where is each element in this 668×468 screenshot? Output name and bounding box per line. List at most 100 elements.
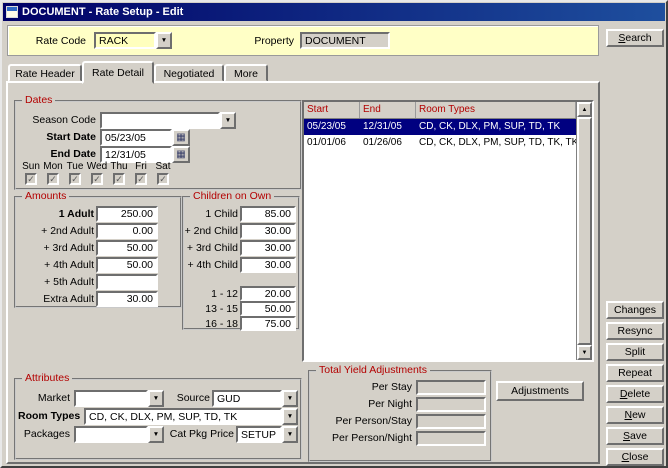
- packages-input[interactable]: [74, 426, 148, 443]
- age-16-18-input[interactable]: [240, 316, 296, 331]
- season-code-input[interactable]: [100, 112, 220, 129]
- per-stay-field: [416, 380, 486, 395]
- search-button[interactable]: Search: [606, 29, 664, 47]
- extra-adult-input[interactable]: [96, 291, 158, 307]
- cell-end: 01/26/06: [360, 135, 416, 151]
- rate-code-dropdown-button[interactable]: ▼: [156, 32, 172, 49]
- changes-button[interactable]: Changes: [606, 301, 664, 319]
- property-label: Property: [208, 35, 294, 47]
- resync-button[interactable]: Resync: [606, 322, 664, 340]
- child-3-input[interactable]: [240, 240, 296, 256]
- day-checkbox-thu[interactable]: ✓: [113, 173, 125, 185]
- chevron-down-icon: ▼: [153, 431, 159, 438]
- day-label-fri: Fri: [130, 161, 152, 172]
- delete-button[interactable]: Delete: [606, 385, 664, 403]
- chevron-down-icon: ▼: [161, 37, 167, 44]
- adult-4-label: + 4th Adult: [18, 259, 94, 271]
- day-checkbox-tue[interactable]: ✓: [69, 173, 81, 185]
- day-checkbox-sat[interactable]: ✓: [157, 173, 169, 185]
- source-label: Source: [172, 392, 210, 404]
- per-night-field: [416, 397, 486, 412]
- close-button[interactable]: Close: [606, 448, 664, 466]
- column-header-room-types[interactable]: Room Types: [416, 102, 576, 118]
- dates-group-title: Dates: [22, 94, 55, 106]
- scroll-up-icon: ▲: [582, 107, 588, 113]
- end-date-calendar-button[interactable]: ▦: [172, 146, 190, 163]
- scrollbar-thumb[interactable]: [577, 117, 592, 345]
- adult-2-input[interactable]: [96, 223, 158, 239]
- rate-setup-window: DOCUMENT - Rate Setup - Edit Rate Code ▼…: [0, 0, 668, 468]
- room-types-dropdown-button[interactable]: ▼: [282, 408, 298, 425]
- scroll-down-button[interactable]: ▼: [577, 345, 592, 360]
- attributes-group: Attributes Market ▼ Source ▼ Room Types …: [14, 378, 302, 460]
- day-checkbox-fri[interactable]: ✓: [135, 173, 147, 185]
- adult-5-input[interactable]: [96, 274, 158, 290]
- children-group-title: Children on Own: [190, 190, 274, 202]
- vertical-scrollbar[interactable]: ▲ ▼: [576, 102, 592, 360]
- end-date-label: End Date: [18, 148, 96, 160]
- column-header-start[interactable]: Start: [304, 102, 360, 118]
- room-types-input[interactable]: [84, 408, 282, 425]
- day-checkbox-mon[interactable]: ✓: [47, 173, 59, 185]
- packages-label: Packages: [18, 428, 70, 440]
- start-date-input[interactable]: [100, 129, 172, 146]
- attributes-group-title: Attributes: [22, 372, 72, 384]
- tab-rate-detail[interactable]: Rate Detail: [82, 61, 154, 84]
- cat-pkg-price-input[interactable]: [236, 426, 282, 443]
- scroll-down-icon: ▼: [582, 350, 588, 356]
- table-row[interactable]: 01/01/06 01/26/06 CD, CK, DLX, PM, SUP, …: [304, 135, 576, 151]
- chevron-down-icon: ▼: [287, 431, 293, 438]
- child-2-input[interactable]: [240, 223, 296, 239]
- rate-code-input[interactable]: [94, 32, 156, 49]
- cat-pkg-price-dropdown-button[interactable]: ▼: [282, 426, 298, 443]
- day-checkbox-sun[interactable]: ✓: [25, 173, 37, 185]
- season-code-dropdown-button[interactable]: ▼: [220, 112, 236, 129]
- per-person-stay-field: [416, 414, 486, 429]
- start-date-calendar-button[interactable]: ▦: [172, 129, 190, 146]
- adult-4-input[interactable]: [96, 257, 158, 273]
- header-panel: Rate Code ▼ Property: [7, 25, 599, 56]
- tab-more[interactable]: More: [224, 64, 268, 82]
- adult-3-input[interactable]: [96, 240, 158, 256]
- child-4-input[interactable]: [240, 257, 296, 273]
- child-2-label: + 2nd Child: [184, 225, 238, 237]
- repeat-button[interactable]: Repeat: [606, 364, 664, 382]
- chevron-down-icon: ▼: [287, 413, 293, 420]
- age-1-12-input[interactable]: [240, 286, 296, 301]
- child-1-input[interactable]: [240, 206, 296, 222]
- adult-1-label: 1 Adult: [18, 208, 94, 220]
- scroll-up-button[interactable]: ▲: [577, 102, 592, 117]
- market-dropdown-button[interactable]: ▼: [148, 390, 164, 407]
- table-row[interactable]: 05/23/05 12/31/05 CD, CK, DLX, PM, SUP, …: [304, 119, 576, 135]
- per-stay-label: Per Stay: [312, 381, 412, 393]
- source-input[interactable]: [212, 390, 282, 407]
- adult-2-label: + 2nd Adult: [18, 225, 94, 237]
- source-dropdown-button[interactable]: ▼: [282, 390, 298, 407]
- title-bar: DOCUMENT - Rate Setup - Edit: [3, 3, 665, 21]
- season-table: Start End Room Types 05/23/05 12/31/05 C…: [302, 100, 594, 362]
- day-label-sat: Sat: [152, 161, 174, 172]
- rate-detail-panel: Dates Season Code ▼ Start Date ▦ End Dat…: [6, 81, 600, 464]
- check-icon: ✓: [115, 174, 123, 184]
- column-header-end[interactable]: End: [360, 102, 416, 118]
- save-button[interactable]: Save: [606, 427, 664, 445]
- market-input[interactable]: [74, 390, 148, 407]
- season-table-inner: Start End Room Types 05/23/05 12/31/05 C…: [304, 102, 576, 360]
- amounts-group: Amounts 1 Adult + 2nd Adult + 3rd Adult …: [14, 196, 182, 308]
- age-13-15-input[interactable]: [240, 301, 296, 316]
- day-label-mon: Mon: [42, 161, 64, 172]
- new-button[interactable]: New: [606, 406, 664, 424]
- day-checkbox-wed[interactable]: ✓: [91, 173, 103, 185]
- rate-code-label: Rate Code: [28, 35, 86, 47]
- adult-1-input[interactable]: [96, 206, 158, 222]
- age-1-12-label: 1 - 12: [184, 288, 238, 300]
- adjustments-button[interactable]: Adjustments: [496, 381, 584, 401]
- chevron-down-icon: ▼: [287, 395, 293, 402]
- day-label-sun: Sun: [20, 161, 42, 172]
- yield-group-title: Total Yield Adjustments: [316, 364, 430, 376]
- tab-rate-header[interactable]: Rate Header: [8, 64, 82, 82]
- packages-dropdown-button[interactable]: ▼: [148, 426, 164, 443]
- property-field: [300, 32, 390, 49]
- split-button[interactable]: Split: [606, 343, 664, 361]
- tab-negotiated[interactable]: Negotiated: [154, 64, 224, 82]
